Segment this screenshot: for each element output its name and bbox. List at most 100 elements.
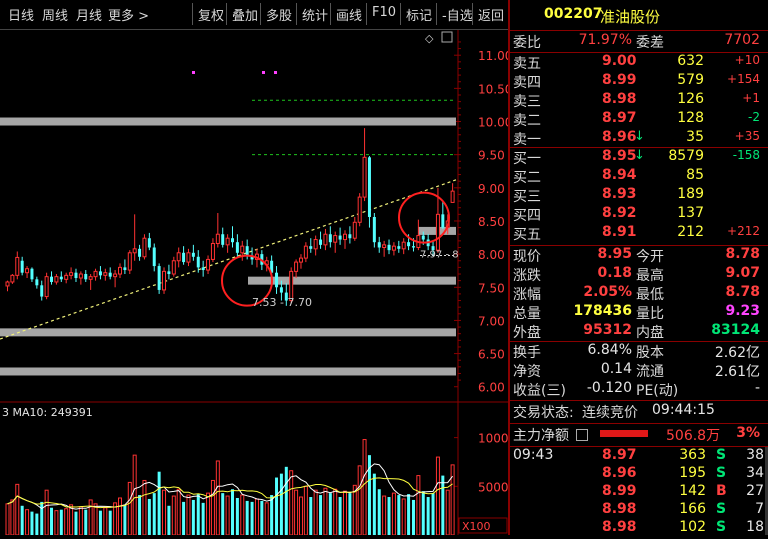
candlestick[interactable]	[40, 280, 44, 301]
volume-bar[interactable]	[245, 500, 249, 535]
toolbar-month-button[interactable]: 月线	[76, 5, 102, 24]
volume-bar[interactable]	[348, 493, 352, 535]
candlestick[interactable]	[319, 231, 323, 249]
candlestick[interactable]	[54, 274, 59, 285]
volume-bar[interactable]	[298, 496, 303, 535]
volume-bar[interactable]	[431, 493, 435, 535]
volume-bar[interactable]	[113, 502, 118, 535]
volume-bar[interactable]	[407, 494, 411, 535]
candlestick[interactable]	[147, 232, 151, 251]
candlestick[interactable]	[387, 239, 391, 255]
support-band[interactable]	[0, 328, 456, 337]
toolbar-fuquan-button[interactable]: 复权	[198, 5, 224, 24]
candlestick[interactable]	[162, 267, 167, 294]
volume-bar[interactable]	[84, 509, 88, 535]
volume-bar[interactable]	[93, 503, 98, 535]
toolbar-overlay-button[interactable]: 叠加	[232, 5, 258, 24]
volume-bar[interactable]	[201, 502, 205, 535]
volume-bar[interactable]	[445, 489, 450, 535]
toolbar-mark-button[interactable]: 标记	[406, 5, 432, 24]
volume-bar[interactable]	[123, 504, 127, 535]
toolbar-f10-button[interactable]: F10	[372, 5, 396, 20]
candlestick[interactable]	[10, 274, 15, 284]
toolbar-day-button[interactable]: 日线	[8, 5, 34, 24]
volume-bar[interactable]	[147, 498, 151, 535]
volume-bar[interactable]	[309, 497, 313, 535]
volume-bar[interactable]	[167, 505, 171, 535]
volume-bar[interactable]	[270, 495, 274, 535]
support-band[interactable]	[248, 276, 456, 285]
candlestick[interactable]	[401, 238, 406, 255]
volume-bar[interactable]	[372, 473, 376, 535]
candlestick[interactable]	[357, 193, 362, 227]
volume-bar[interactable]	[152, 493, 156, 535]
candlestick[interactable]	[367, 155, 371, 228]
volume-bar[interactable]	[225, 495, 230, 535]
support-band[interactable]	[0, 117, 456, 126]
candlestick[interactable]	[127, 250, 132, 275]
candlestick[interactable]	[240, 240, 245, 261]
volume-bar[interactable]	[118, 497, 122, 535]
volume-bar[interactable]	[30, 511, 34, 535]
volume-bar[interactable]	[132, 454, 137, 535]
volume-bar[interactable]	[191, 499, 195, 535]
volume-bar[interactable]	[98, 510, 102, 535]
candlestick[interactable]	[372, 213, 376, 248]
candlestick[interactable]	[391, 242, 396, 256]
toolbar-stats-button[interactable]: 统计	[302, 5, 328, 24]
candlestick[interactable]	[88, 274, 93, 290]
candlestick[interactable]	[210, 238, 215, 263]
candlestick[interactable]	[64, 272, 69, 284]
volume-bar[interactable]	[74, 511, 78, 535]
volume-bar[interactable]	[338, 497, 342, 535]
volume-bar[interactable]	[352, 484, 357, 535]
kline-chart[interactable]: 11.00 10.50 10.00 9.50 9.00 8.50 8.00 7.50 7.00 6…	[0, 30, 508, 535]
candlestick[interactable]	[20, 256, 24, 276]
candlestick[interactable]	[298, 254, 303, 269]
candlestick[interactable]	[323, 228, 328, 251]
volume-bar[interactable]	[210, 479, 215, 535]
toolbar-multi-button[interactable]: 多股	[266, 5, 292, 24]
volume-bar[interactable]	[401, 498, 406, 535]
candlestick[interactable]	[294, 259, 299, 278]
volume-bar[interactable]	[40, 501, 44, 535]
candlestick[interactable]	[303, 242, 308, 263]
candlestick[interactable]	[348, 226, 352, 244]
candlestick[interactable]	[382, 240, 387, 257]
candlestick[interactable]	[343, 230, 347, 249]
candlestick[interactable]	[25, 266, 30, 278]
volume-bar[interactable]	[260, 500, 264, 535]
toolbar-back-button[interactable]: 返回	[478, 5, 504, 24]
volume-bar[interactable]	[64, 508, 69, 535]
candlestick[interactable]	[338, 227, 342, 245]
candlestick[interactable]	[15, 251, 20, 280]
candlestick[interactable]	[362, 128, 367, 202]
volume-bar[interactable]	[20, 505, 24, 535]
volume-bar[interactable]	[382, 495, 387, 535]
volume-bar[interactable]	[323, 487, 328, 535]
volume-bar[interactable]	[171, 495, 176, 535]
volume-bar[interactable]	[15, 483, 20, 535]
volume-bar[interactable]	[221, 493, 225, 535]
candlestick[interactable]	[221, 227, 225, 248]
volume-bar[interactable]	[108, 510, 112, 535]
kline-svg[interactable]: 11.00 10.50 10.00 9.50 9.00 8.50 8.00 7.50 7.00 6…	[0, 30, 508, 535]
volume-bar[interactable]	[44, 489, 49, 535]
candlestick[interactable]	[313, 235, 318, 256]
volume-bar[interactable]	[387, 497, 391, 535]
candlestick[interactable]	[44, 272, 49, 300]
candlestick[interactable]	[309, 238, 313, 253]
candlestick[interactable]	[84, 270, 88, 282]
volume-bar[interactable]	[206, 492, 211, 535]
candlestick[interactable]	[78, 271, 83, 285]
list-icon[interactable]	[576, 429, 588, 441]
volume-bar[interactable]	[142, 479, 147, 535]
volume-bar[interactable]	[25, 509, 30, 535]
candlestick[interactable]	[333, 231, 338, 253]
volume-bar[interactable]	[450, 464, 455, 535]
volume-bar[interactable]	[50, 507, 54, 535]
volume-bar[interactable]	[421, 491, 425, 535]
volume-bar[interactable]	[103, 507, 108, 535]
volume-bar[interactable]	[391, 492, 396, 535]
toolbar-draw-button[interactable]: 画线	[336, 5, 362, 24]
